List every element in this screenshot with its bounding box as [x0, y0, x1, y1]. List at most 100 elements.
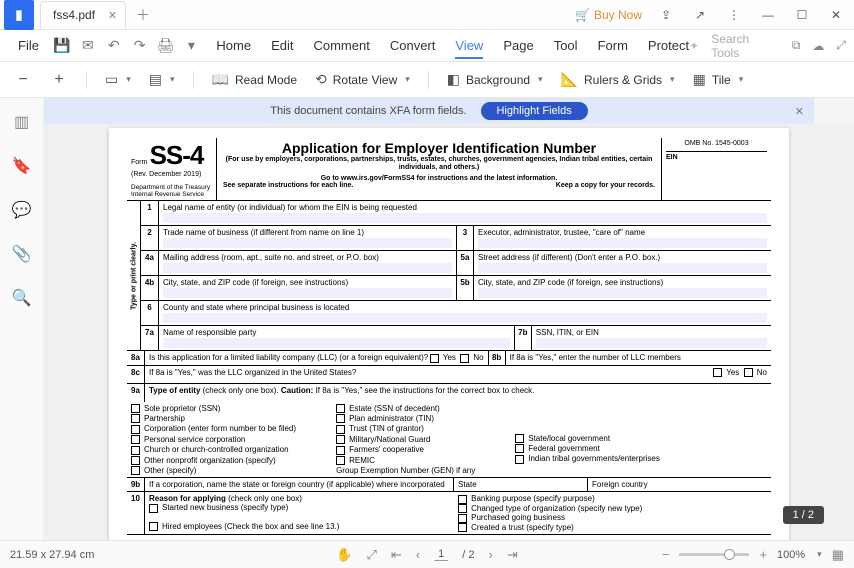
cb-changed[interactable] — [458, 504, 467, 513]
tab-convert[interactable]: Convert — [390, 38, 436, 53]
document-tab[interactable]: fss4.pdf ✕ — [40, 1, 126, 29]
tab-protect[interactable]: Protect — [648, 38, 689, 53]
cb-estate[interactable] — [336, 404, 345, 413]
search-icon[interactable]: 🔍 — [12, 288, 32, 308]
new-tab-button[interactable]: ＋ — [136, 5, 150, 25]
tab-view[interactable]: View — [455, 38, 483, 59]
state-label: State — [458, 480, 477, 489]
fit-page-icon[interactable]: ▦ — [832, 547, 844, 563]
open-external-icon[interactable]: ↗ — [690, 8, 710, 22]
cb-farm[interactable] — [336, 446, 345, 455]
field-6[interactable] — [163, 313, 767, 323]
rulers-grids-button[interactable]: 📐Rulers & Grids▾ — [561, 71, 675, 88]
popout-icon[interactable]: ⧉ — [792, 38, 801, 53]
banner-close-icon[interactable]: ✕ — [795, 105, 804, 118]
cloud-icon[interactable]: ☁ — [812, 39, 824, 53]
fit-actual-button[interactable]: ▭▾ — [105, 71, 131, 88]
background-button[interactable]: ◧Background▾ — [447, 71, 543, 88]
cb-tribal[interactable] — [515, 455, 524, 464]
cb-plan[interactable] — [336, 414, 345, 423]
field-4a[interactable] — [163, 263, 452, 273]
line8c-label: If 8a is "Yes," was the LLC organized in… — [149, 368, 356, 377]
file-menu[interactable]: File — [8, 38, 49, 53]
kebab-menu-icon[interactable]: ⋮ — [724, 8, 744, 22]
cb-church[interactable] — [131, 446, 140, 455]
prev-page-icon[interactable]: ‹ — [416, 547, 420, 562]
maximize-button[interactable]: ☐ — [792, 8, 812, 22]
cb-remic[interactable] — [336, 456, 345, 465]
cb-fed[interactable] — [515, 444, 524, 453]
rotate-view-button[interactable]: ⟲Rotate View▾ — [315, 71, 410, 88]
thumbnails-icon[interactable]: ▥ — [14, 112, 29, 132]
zoom-out-button[interactable]: − — [14, 71, 32, 89]
dropdown-icon[interactable]: ▾ — [178, 37, 204, 54]
buy-now-button[interactable]: 🛒 Buy Now — [575, 8, 642, 22]
read-mode-button[interactable]: 📖Read Mode — [212, 71, 297, 88]
tab-tool[interactable]: Tool — [554, 38, 578, 53]
cb-psc[interactable] — [131, 435, 140, 444]
share-icon[interactable]: ⇪ — [656, 8, 676, 22]
field-1[interactable] — [163, 213, 767, 223]
last-page-icon[interactable]: ⇥ — [507, 547, 518, 563]
save-icon[interactable]: 💾 — [49, 37, 75, 54]
field-3[interactable] — [478, 238, 767, 248]
print-icon[interactable]: 🖨 — [153, 37, 179, 54]
cb-stloc[interactable] — [515, 434, 524, 443]
next-page-icon[interactable]: › — [488, 547, 492, 562]
wand-icon[interactable]: ✦ — [689, 39, 699, 53]
expand-icon[interactable]: ⤢ — [836, 38, 846, 53]
redo-icon[interactable]: ↷ — [127, 37, 153, 54]
search-tools-input[interactable]: Search Tools — [711, 32, 780, 60]
cb-other[interactable] — [131, 466, 140, 475]
tab-page[interactable]: Page — [503, 38, 533, 53]
page-input[interactable]: 1 — [434, 548, 448, 561]
close-tab-icon[interactable]: ✕ — [108, 9, 117, 22]
hand-tool-icon[interactable]: ✋ — [336, 547, 352, 563]
tab-form[interactable]: Form — [598, 38, 628, 53]
zoom-in-button[interactable]: + — [50, 71, 68, 89]
cb-hired[interactable] — [149, 522, 158, 531]
zoom-slider[interactable] — [679, 553, 749, 556]
cb-nonprof[interactable] — [131, 456, 140, 465]
cb-trust2[interactable] — [458, 523, 467, 532]
select-tool-icon[interactable]: ⤢ — [366, 547, 376, 563]
tab-comment[interactable]: Comment — [313, 38, 369, 53]
cb-sole[interactable] — [131, 404, 140, 413]
zoom-out-status[interactable]: − — [662, 547, 670, 562]
mail-icon[interactable]: ✉ — [75, 37, 101, 54]
cb-trust[interactable] — [336, 425, 345, 434]
tile-button[interactable]: ▦Tile▾ — [693, 71, 744, 88]
field-7a[interactable] — [163, 338, 510, 348]
cb-mil[interactable] — [336, 435, 345, 444]
close-window-button[interactable]: ✕ — [826, 8, 846, 22]
cb-8c-yes[interactable] — [713, 368, 722, 377]
field-7b[interactable] — [536, 338, 767, 348]
cb-started[interactable] — [149, 504, 158, 513]
tab-edit[interactable]: Edit — [271, 38, 293, 53]
attachment-icon[interactable]: 📎 — [12, 244, 32, 264]
field-5a[interactable] — [478, 263, 767, 273]
field-2[interactable] — [163, 238, 452, 248]
cb-8c-no[interactable] — [744, 368, 753, 377]
type-entity-bold: Type of entity — [149, 386, 200, 395]
highlight-fields-button[interactable]: Highlight Fields — [481, 102, 588, 120]
cb-8a-no[interactable] — [460, 354, 469, 363]
zoom-slider-handle[interactable] — [724, 549, 735, 560]
fit-icon: ▭ — [105, 71, 118, 88]
first-page-icon[interactable]: ⇤ — [391, 547, 402, 563]
page-layout-button[interactable]: ▤▾ — [149, 71, 175, 88]
zoom-in-status[interactable]: + — [759, 547, 767, 562]
undo-icon[interactable]: ↶ — [101, 37, 127, 54]
field-4b[interactable] — [163, 288, 452, 298]
field-5b[interactable] — [478, 288, 767, 298]
minimize-button[interactable]: — — [758, 8, 778, 22]
zoom-value[interactable]: 100% — [777, 549, 805, 561]
comment-icon[interactable]: 💬 — [12, 200, 32, 220]
cb-purch[interactable] — [458, 514, 467, 523]
tab-home[interactable]: Home — [216, 38, 251, 53]
cb-partner[interactable] — [131, 414, 140, 423]
cb-bank[interactable] — [458, 495, 467, 504]
cb-8a-yes[interactable] — [430, 354, 439, 363]
cb-corp[interactable] — [131, 425, 140, 434]
bookmark-icon[interactable]: 🔖 — [12, 156, 32, 176]
